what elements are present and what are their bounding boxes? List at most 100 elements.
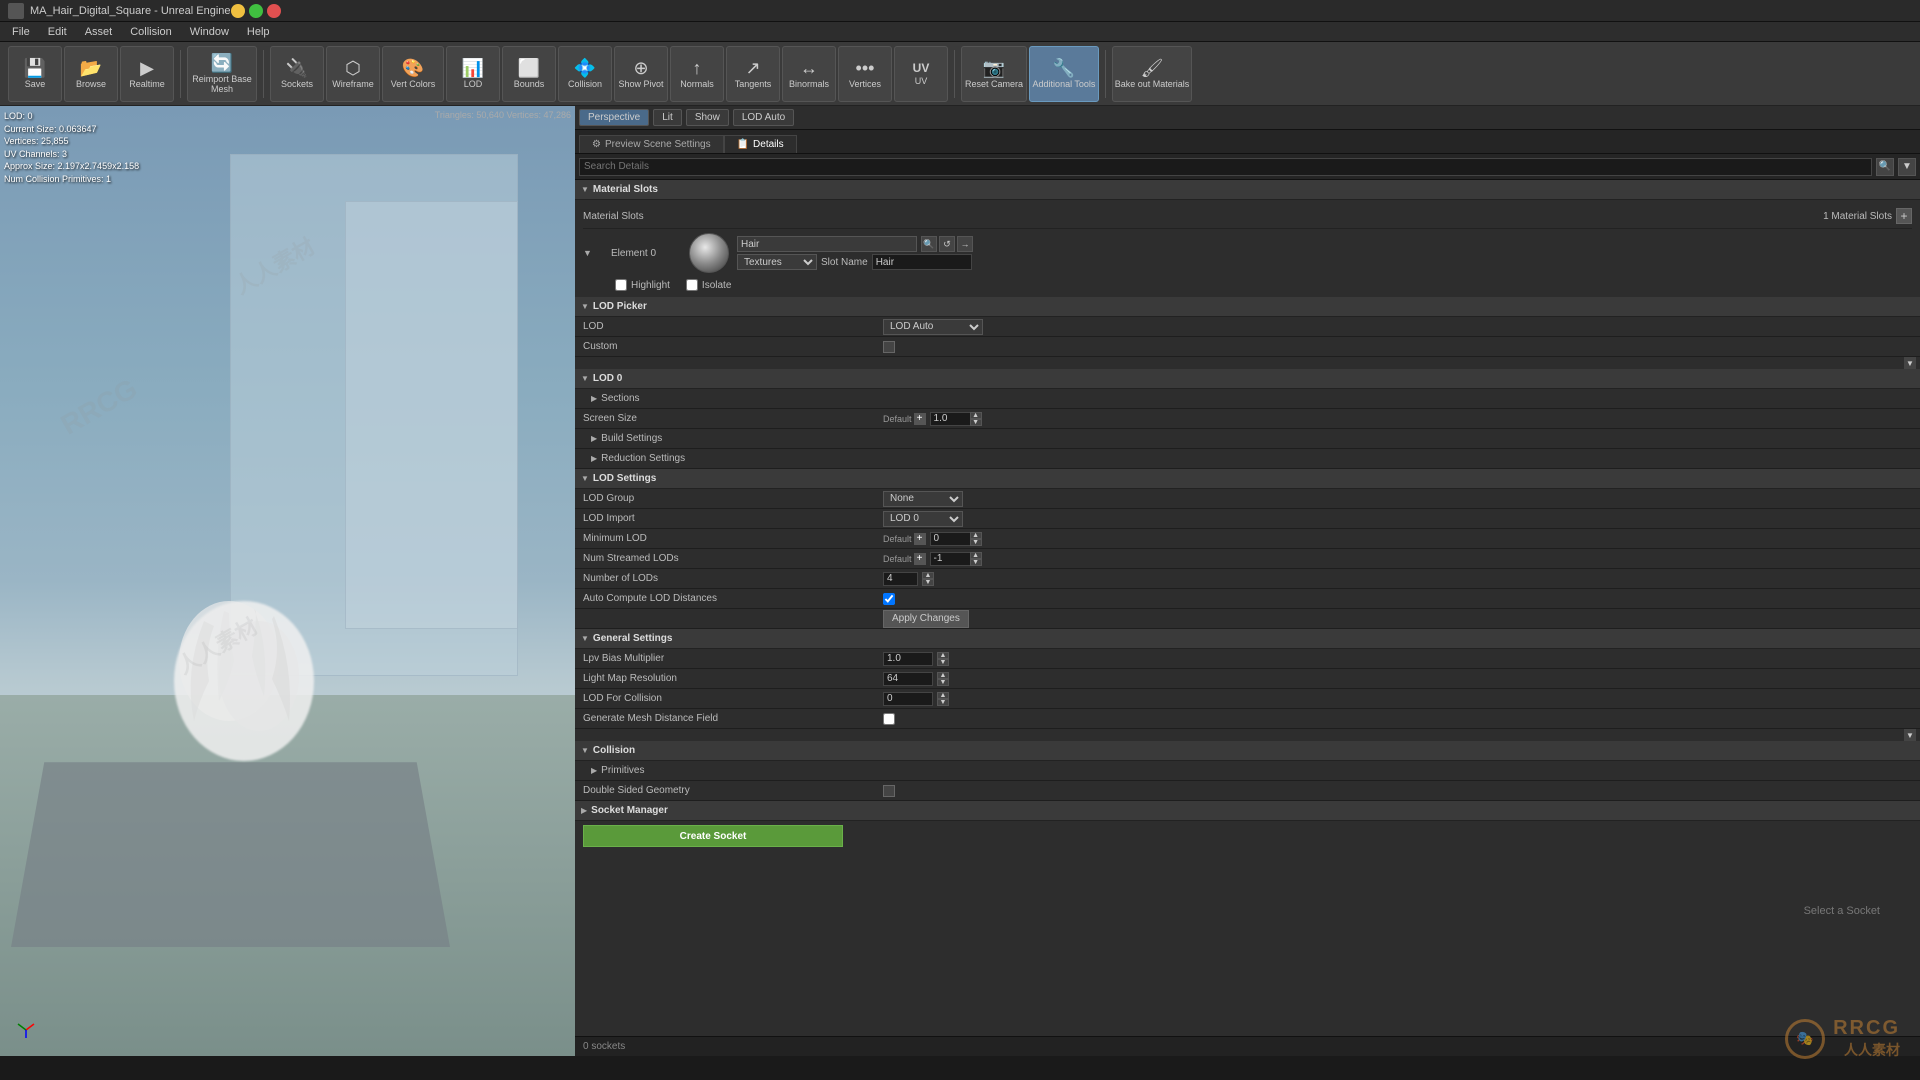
lod-import-select[interactable]: LOD 0	[883, 511, 963, 527]
show-pivot-button[interactable]: ⊕ Show Pivot	[614, 46, 668, 102]
min-lod-plus-button[interactable]: +	[914, 533, 926, 545]
binormals-button[interactable]: ↔ Binormals	[782, 46, 836, 102]
general-settings-header[interactable]: ▼ General Settings	[575, 629, 1920, 649]
num-streamed-down[interactable]: ▼	[970, 559, 982, 566]
close-button[interactable]	[267, 4, 281, 18]
viewport[interactable]: RRCG 人人素材 人人素材 LOD: 0 Current Size: 0.06…	[0, 106, 575, 1056]
slot-name-input[interactable]	[872, 254, 972, 270]
material-texture-select[interactable]: Textures	[737, 254, 817, 270]
add-material-slot-button[interactable]: +	[1896, 208, 1912, 224]
menu-window[interactable]: Window	[182, 24, 237, 40]
wireframe-button[interactable]: ⬡ Wireframe	[326, 46, 380, 102]
lod-collision-up[interactable]: ▲	[937, 692, 949, 699]
lod-collision-down[interactable]: ▼	[937, 699, 949, 706]
search-options-button[interactable]: ▼	[1898, 158, 1916, 176]
lod-picker-header[interactable]: ▼ LOD Picker	[575, 297, 1920, 317]
lod-settings-header[interactable]: ▼ LOD Settings	[575, 469, 1920, 489]
maximize-button[interactable]	[249, 4, 263, 18]
tangents-button[interactable]: ↗ Tangents	[726, 46, 780, 102]
tab-preview-scene[interactable]: ⚙ Preview Scene Settings	[579, 135, 724, 153]
panel-tabs: ⚙ Preview Scene Settings 📋 Details	[575, 130, 1920, 154]
num-lods-input[interactable]	[883, 572, 918, 586]
min-lod-input[interactable]	[930, 532, 970, 546]
num-streamed-plus-button[interactable]: +	[914, 553, 926, 565]
search-input[interactable]	[579, 158, 1872, 176]
collision-header[interactable]: ▼ Collision	[575, 741, 1920, 761]
tab-details[interactable]: 📋 Details	[724, 135, 797, 153]
num-streamed-up[interactable]: ▲	[970, 552, 982, 559]
material-slots-count: 1 Material Slots	[1823, 211, 1892, 222]
scroll-down-arrow-2[interactable]: ▼	[1904, 729, 1916, 741]
minimize-button[interactable]	[231, 4, 245, 18]
lod-group-select[interactable]: None	[883, 491, 963, 507]
collision-button[interactable]: 💠 Collision	[558, 46, 612, 102]
custom-checkbox[interactable]	[883, 341, 895, 353]
realtime-button[interactable]: ▶ Realtime	[120, 46, 174, 102]
lod-select[interactable]: LOD Auto LOD 0 LOD 1 LOD 2 LOD 3	[883, 319, 983, 335]
additional-tools-button[interactable]: 🔧 Additional Tools	[1029, 46, 1099, 102]
lit-btn[interactable]: Lit	[653, 109, 682, 126]
lightmap-res-input[interactable]	[883, 672, 933, 686]
element-collapse[interactable]: ▼	[583, 247, 603, 259]
menu-edit[interactable]: Edit	[40, 24, 75, 40]
bake-out-icon: 🖌	[1141, 59, 1164, 77]
menu-file[interactable]: File	[4, 24, 38, 40]
create-socket-button[interactable]: Create Socket	[583, 825, 843, 847]
menu-asset[interactable]: Asset	[77, 24, 121, 40]
screen-size-down[interactable]: ▼	[970, 419, 982, 426]
vertices-button[interactable]: ••• Vertices	[838, 46, 892, 102]
lightmap-res-up[interactable]: ▲	[937, 672, 949, 679]
scroll-hint-2: ▼	[575, 729, 1920, 741]
highlight-checkbox[interactable]	[615, 279, 627, 291]
material-name-input[interactable]	[737, 236, 917, 252]
gen-mesh-dist-checkbox[interactable]	[883, 713, 895, 725]
lpv-bias-up[interactable]: ▲	[937, 652, 949, 659]
uv-button[interactable]: UV UV	[894, 46, 948, 102]
lpv-bias-input[interactable]	[883, 652, 933, 666]
apply-changes-button[interactable]: Apply Changes	[883, 610, 969, 628]
material-element-row: ▼ Element 0 🔍 ↺ →	[583, 229, 1912, 277]
perspective-btn[interactable]: Perspective	[579, 109, 649, 126]
window-controls[interactable]	[231, 4, 281, 18]
min-lod-down[interactable]: ▼	[970, 539, 982, 546]
isolate-checkbox[interactable]	[686, 279, 698, 291]
browse-button[interactable]: 📂 Browse	[64, 46, 118, 102]
search-button[interactable]: 🔍	[1876, 158, 1894, 176]
num-streamed-input[interactable]	[930, 552, 970, 566]
material-find-button[interactable]: 🔍	[921, 236, 937, 252]
lod0-header[interactable]: ▼ LOD 0	[575, 369, 1920, 389]
material-reset-button[interactable]: ↺	[939, 236, 955, 252]
save-button[interactable]: 💾 Save	[8, 46, 62, 102]
menu-help[interactable]: Help	[239, 24, 278, 40]
screen-size-input[interactable]	[930, 412, 970, 426]
show-btn[interactable]: Show	[686, 109, 729, 126]
reset-camera-button[interactable]: 📷 Reset Camera	[961, 46, 1027, 102]
double-sided-checkbox[interactable]	[883, 785, 895, 797]
socket-manager-header[interactable]: ▶ Socket Manager	[575, 801, 1920, 821]
scroll-down-arrow[interactable]: ▼	[1904, 357, 1916, 369]
sockets-button[interactable]: 🔌 Sockets	[270, 46, 324, 102]
num-lods-up[interactable]: ▲	[922, 572, 934, 579]
screen-size-up[interactable]: ▲	[970, 412, 982, 419]
reimport-button[interactable]: 🔄 Reimport Base Mesh	[187, 46, 257, 102]
bounds-button[interactable]: ⬜ Bounds	[502, 46, 556, 102]
min-lod-up[interactable]: ▲	[970, 532, 982, 539]
create-socket-container: Create Socket	[575, 821, 1920, 851]
lpv-bias-label: Lpv Bias Multiplier	[583, 653, 883, 664]
num-lods-down[interactable]: ▼	[922, 579, 934, 586]
lod-collision-arrows: ▲ ▼	[937, 692, 949, 706]
lod-auto-btn[interactable]: LOD Auto	[733, 109, 794, 126]
lightmap-res-down[interactable]: ▼	[937, 679, 949, 686]
material-slots-header[interactable]: ▼ Material Slots	[575, 180, 1920, 200]
auto-compute-lod-checkbox[interactable]	[883, 593, 895, 605]
normals-button[interactable]: ↑ Normals	[670, 46, 724, 102]
lod-button[interactable]: 📊 LOD	[446, 46, 500, 102]
lpv-bias-down[interactable]: ▼	[937, 659, 949, 666]
lod-collision-input[interactable]	[883, 692, 933, 706]
panel-content[interactable]: ▼ Material Slots Material Slots 1 Materi…	[575, 180, 1920, 1036]
menu-collision[interactable]: Collision	[122, 24, 180, 40]
vert-colors-button[interactable]: 🎨 Vert Colors	[382, 46, 444, 102]
bake-out-button[interactable]: 🖌 Bake out Materials	[1112, 46, 1192, 102]
material-open-button[interactable]: →	[957, 236, 973, 252]
screen-size-plus-button[interactable]: +	[914, 413, 926, 425]
